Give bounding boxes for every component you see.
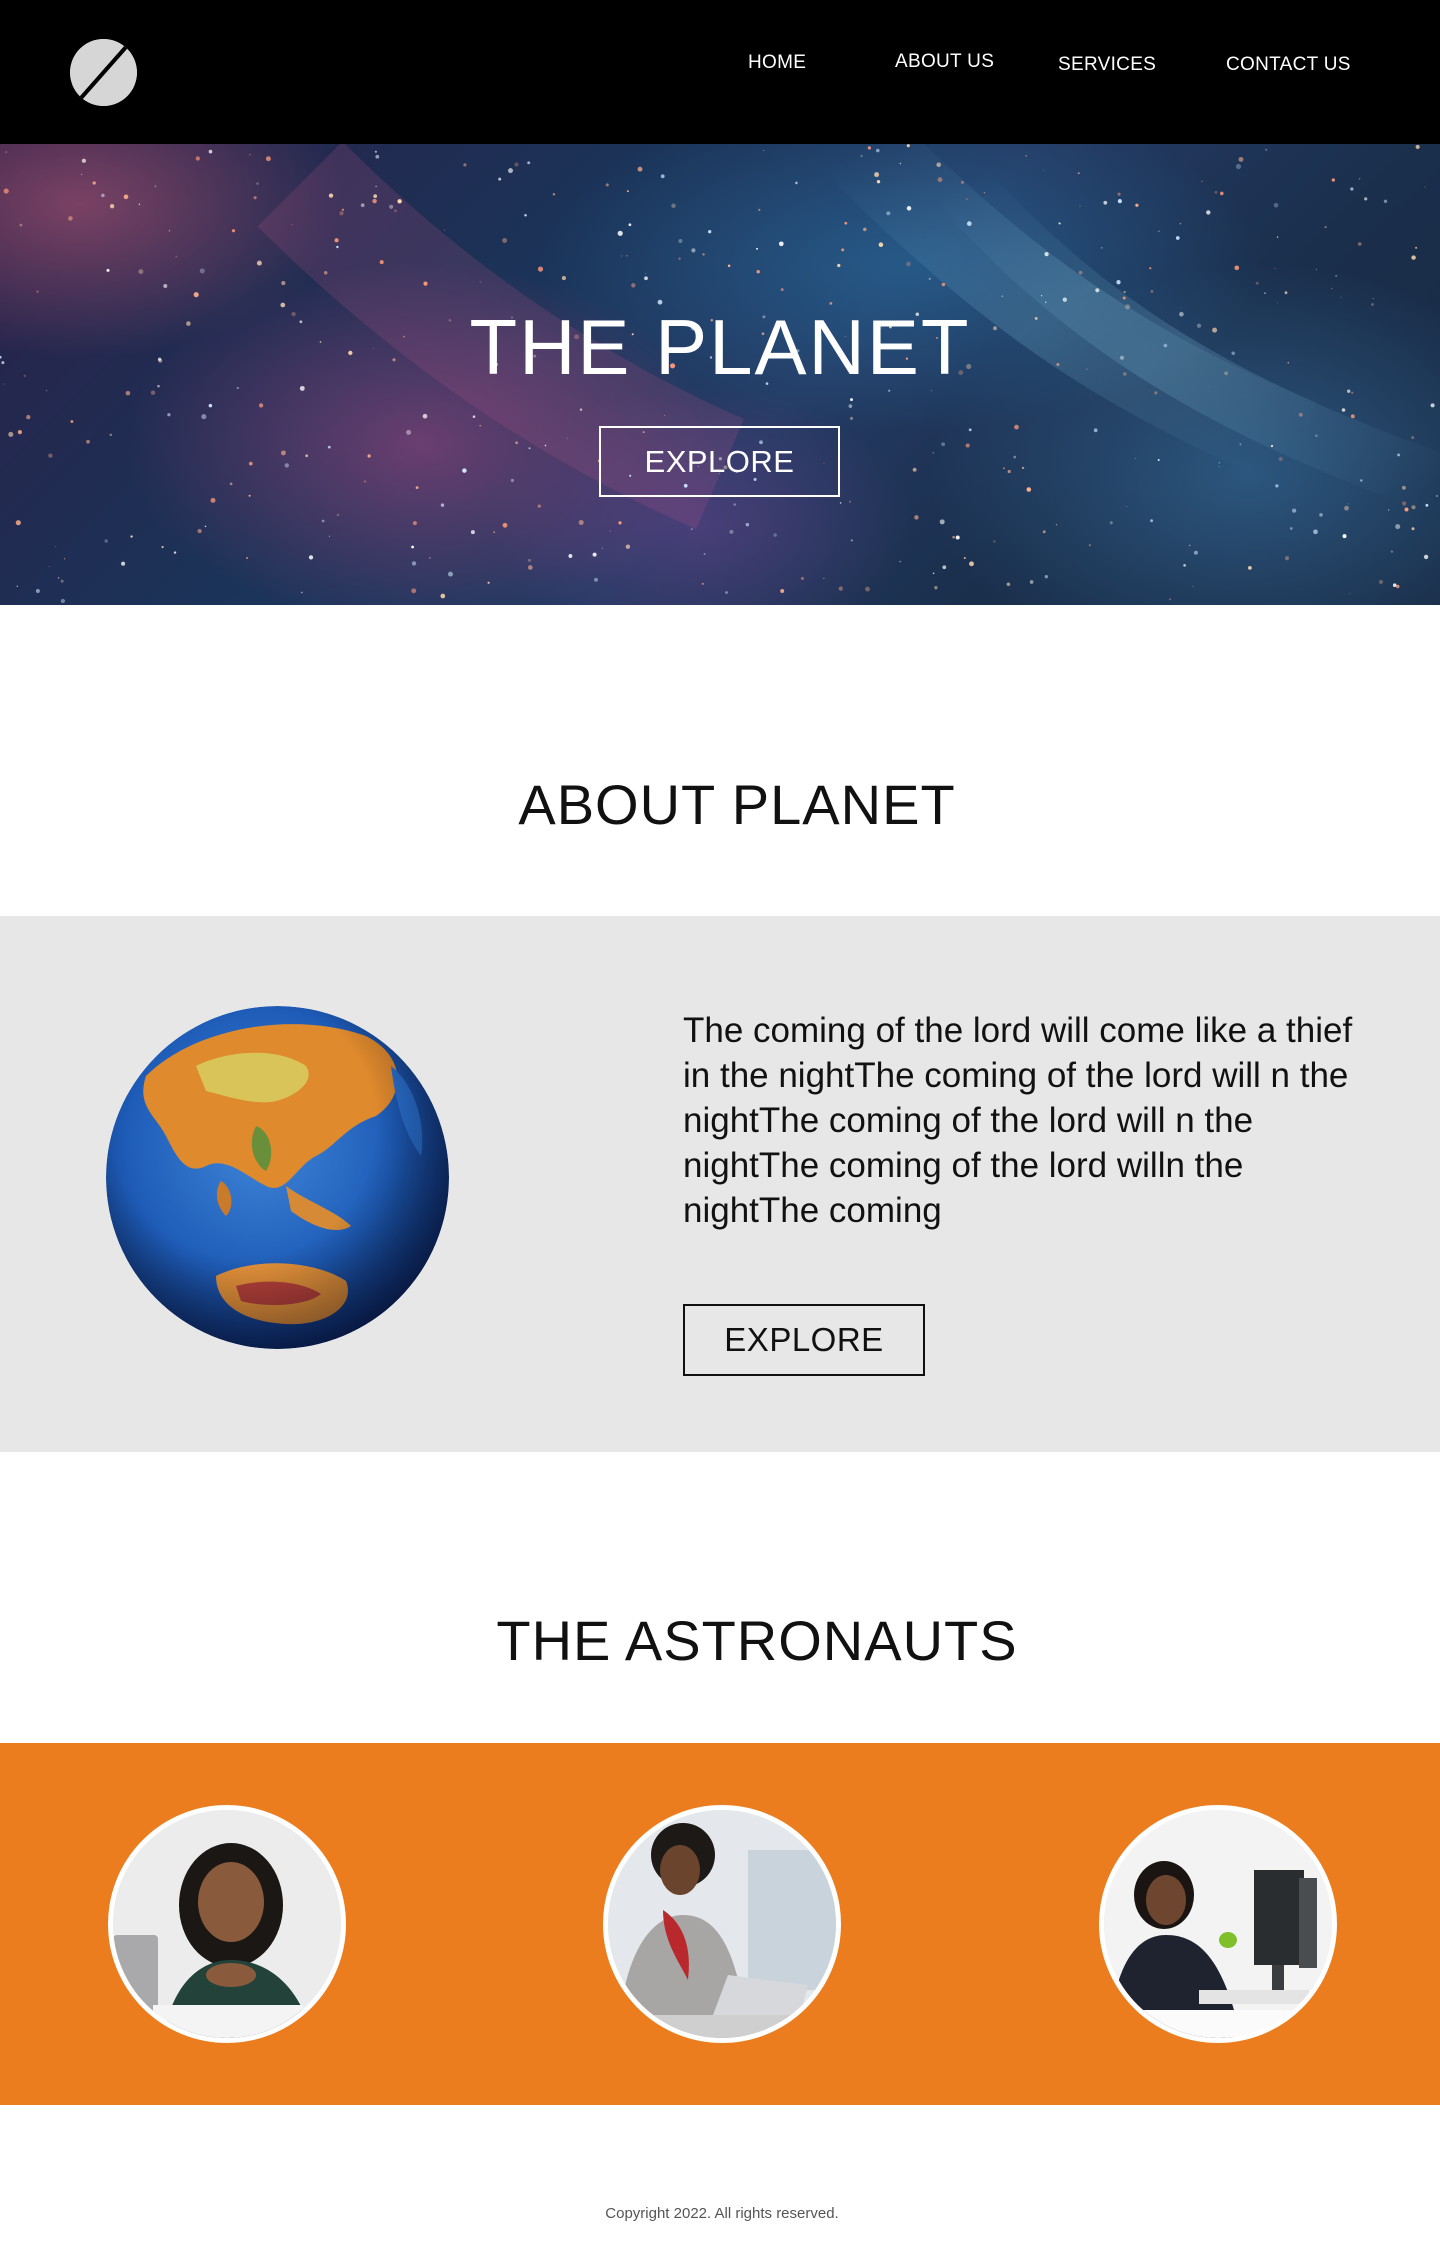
nav-home-link[interactable]: HOME [748,52,806,74]
hero-banner: THE PLANET EXPLORE [0,144,1440,605]
about-section-title: ABOUT PLANET [518,773,956,836]
woman-at-desktop-computer-photo [1104,1810,1332,2038]
astronauts-section [0,1743,1440,2105]
about-description: The coming of the lord will come like a … [683,1011,1353,1230]
hero-explore-button[interactable]: EXPLORE [599,426,840,497]
astronaut-avatar-1[interactable] [108,1805,346,2043]
logo-icon[interactable] [70,39,137,106]
site-header: HOME ABOUT US SERVICES CONTACT US [0,0,1440,144]
astronauts-section-title: THE ASTRONAUTS [496,1609,1018,1672]
about-section: The coming of the lord will come like a … [0,916,1440,1452]
woman-with-red-scarf-at-laptop-photo [608,1810,836,2038]
nav-services-link[interactable]: SERVICES [1058,54,1156,76]
footer-copyright: Copyright 2022. All rights reserved. [605,2205,839,2222]
nav-about-us-link[interactable]: ABOUT US [895,51,994,73]
astronaut-avatar-3[interactable] [1099,1805,1337,2043]
nav-contact-us-link[interactable]: CONTACT US [1226,54,1351,76]
astronaut-avatar-2[interactable] [603,1805,841,2043]
about-explore-button[interactable]: EXPLORE [683,1304,925,1376]
hero-title: THE PLANET [469,303,971,391]
earth-globe-image [106,1006,449,1349]
woman-smiling-at-laptop-photo [113,1810,341,2038]
